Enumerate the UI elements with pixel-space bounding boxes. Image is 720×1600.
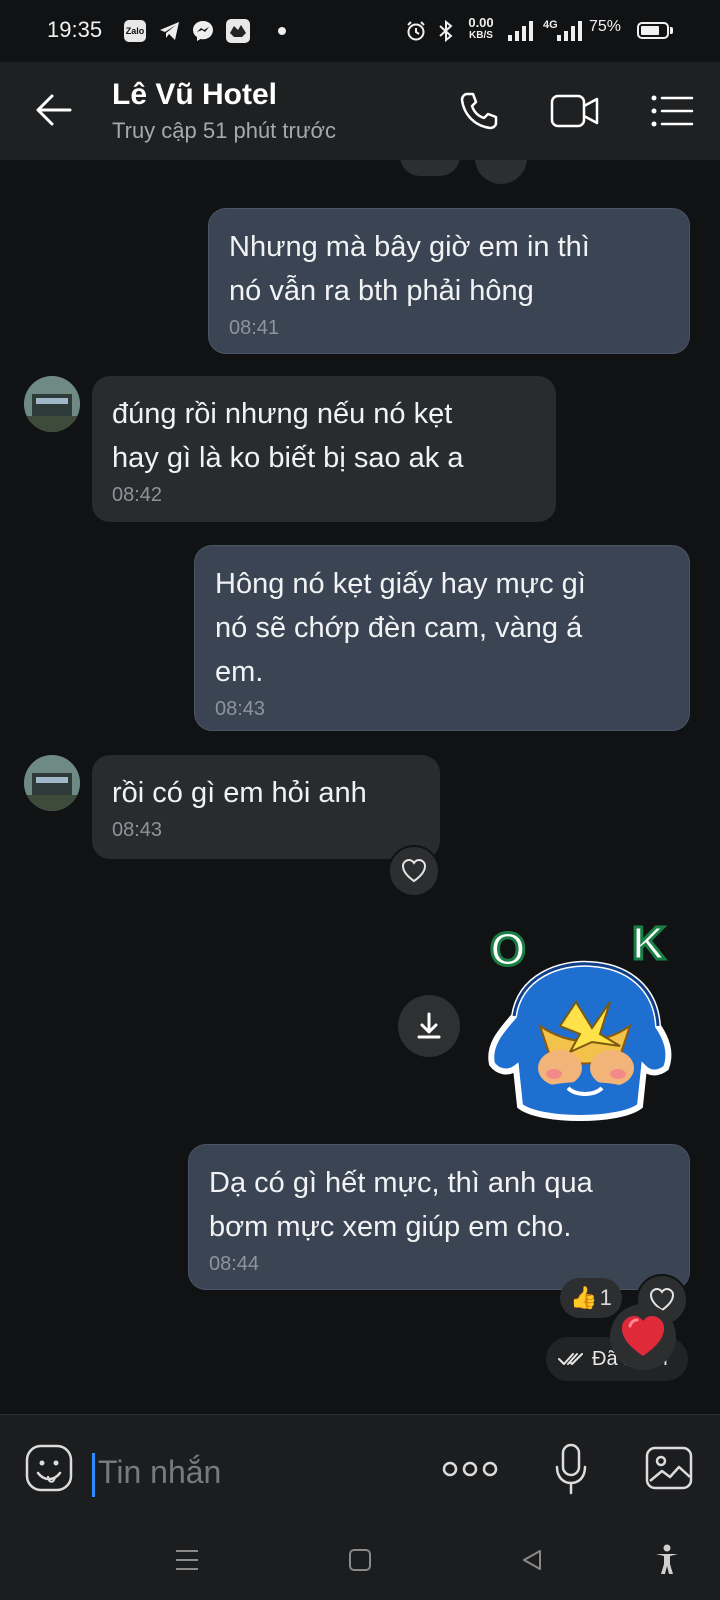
accessibility-button[interactable] bbox=[654, 1544, 680, 1581]
message-time: 08:43 bbox=[215, 698, 266, 720]
messenger-icon bbox=[191, 19, 215, 48]
telegram-icon bbox=[158, 19, 182, 48]
contact-avatar[interactable] bbox=[24, 755, 80, 811]
video-call-button-display[interactable] bbox=[550, 92, 600, 135]
last-seen-display: Truy cập 51 phút trước bbox=[112, 118, 336, 143]
signal-icon bbox=[507, 20, 533, 47]
download-icon bbox=[417, 1012, 441, 1039]
more-dots-icon bbox=[442, 1461, 498, 1477]
phone-icon bbox=[460, 92, 498, 130]
message-text: Nhưng mà bây giờ em in thì nó vẫn ra bth… bbox=[229, 231, 590, 307]
zalo-icon: Zalo bbox=[124, 20, 146, 42]
net-speed: 0.00 KB/S bbox=[464, 16, 498, 42]
sticker-character-image bbox=[488, 960, 672, 1121]
double-check-icon bbox=[558, 1353, 583, 1365]
battery-icon bbox=[637, 22, 669, 39]
more-options-button[interactable] bbox=[442, 1457, 498, 1486]
recents-button[interactable] bbox=[174, 1548, 200, 1577]
message-bubble-outgoing[interactable]: Dạ có gì hết mực, thì anh qua bơm mực xe… bbox=[188, 1144, 690, 1290]
heart-filled-icon bbox=[622, 1316, 664, 1356]
contact-avatar[interactable] bbox=[24, 376, 80, 432]
status-time: 19:35 bbox=[47, 17, 103, 42]
signal-4g-icon bbox=[556, 20, 582, 47]
home-square-icon bbox=[349, 1549, 371, 1571]
text-caret bbox=[92, 1453, 95, 1497]
heart-icon bbox=[489, 136, 513, 154]
microphone-icon bbox=[555, 1443, 587, 1495]
list-menu-icon bbox=[651, 95, 694, 127]
net-speed-value: 0.00 bbox=[468, 15, 494, 30]
emoji-button[interactable] bbox=[24, 1443, 74, 1498]
message-bubble-incoming[interactable]: rồi có gì em hỏi anh 08:43 bbox=[92, 755, 440, 859]
back-button-display[interactable] bbox=[34, 90, 74, 135]
message-bubble-outgoing[interactable]: Nhưng mà bây giờ em in thì nó vẫn ra bth… bbox=[208, 208, 690, 354]
message-text: Dạ có gì hết mực, thì anh qua bơm mực xe… bbox=[209, 1167, 593, 1243]
accessibility-icon bbox=[656, 1544, 678, 1574]
net-speed-unit: KB/S bbox=[469, 30, 493, 41]
voice-record-button[interactable] bbox=[554, 1443, 588, 1500]
gallery-button[interactable] bbox=[644, 1445, 694, 1496]
image-icon bbox=[645, 1446, 693, 1490]
bluetooth-icon bbox=[437, 19, 455, 48]
message-time: 08:42 bbox=[112, 484, 163, 506]
battery-tip bbox=[670, 27, 673, 34]
previous-reaction-pill[interactable] bbox=[400, 136, 460, 176]
ok-sticker[interactable]: O K bbox=[480, 916, 680, 1130]
system-nav-bar bbox=[0, 1528, 720, 1600]
sticker-face-icon bbox=[25, 1444, 73, 1492]
menu-button-display[interactable] bbox=[650, 94, 694, 133]
video-camera-icon bbox=[550, 94, 599, 128]
game-icon bbox=[226, 19, 250, 43]
message-text: Hông nó kẹt giấy hay mực gì nó sẽ chớp đ… bbox=[215, 568, 586, 688]
status-bar: 19:35 Zalo 0.00 KB/S 4G 75% bbox=[0, 0, 720, 62]
contact-name-display[interactable]: Lê Vũ Hotel bbox=[112, 78, 277, 112]
message-input-bar: Tin nhắn bbox=[0, 1414, 720, 1529]
battery-fill bbox=[641, 26, 659, 35]
floating-heart-reaction[interactable] bbox=[610, 1304, 676, 1370]
thumbs-up-icon: 👍 bbox=[570, 1285, 598, 1310]
message-time: 08:41 bbox=[229, 317, 280, 339]
download-sticker-button[interactable] bbox=[398, 995, 460, 1057]
previous-heart-button[interactable] bbox=[475, 132, 527, 184]
heart-outline-icon bbox=[401, 858, 427, 883]
heart-icon bbox=[414, 136, 440, 156]
voice-call-button-display[interactable] bbox=[458, 90, 500, 137]
battery-percent: 75% bbox=[589, 18, 622, 35]
back-triangle-icon bbox=[523, 1550, 541, 1570]
message-input[interactable]: Tin nhắn bbox=[98, 1454, 221, 1491]
message-time: 08:44 bbox=[209, 1253, 260, 1275]
message-bubble-outgoing[interactable]: Hông nó kẹt giấy hay mực gì nó sẽ chớp đ… bbox=[194, 545, 690, 731]
menu-lines-icon bbox=[176, 1550, 198, 1570]
message-time: 08:43 bbox=[112, 819, 163, 841]
back-arrow-icon bbox=[36, 94, 72, 126]
react-heart-button[interactable] bbox=[388, 845, 440, 897]
chat-header: Lê Vũ Hotel Truy cập 51 phút trước bbox=[0, 62, 720, 160]
notification-dot bbox=[278, 27, 286, 35]
message-text: rồi có gì em hỏi anh bbox=[112, 777, 367, 809]
message-text: đúng rồi nhưng nếu nó kẹt hay gì là ko b… bbox=[112, 398, 464, 474]
system-back-button[interactable] bbox=[520, 1548, 544, 1577]
home-button[interactable] bbox=[348, 1548, 372, 1577]
alarm-icon bbox=[405, 20, 427, 47]
message-bubble-incoming[interactable]: đúng rồi nhưng nếu nó kẹt hay gì là ko b… bbox=[92, 376, 556, 522]
